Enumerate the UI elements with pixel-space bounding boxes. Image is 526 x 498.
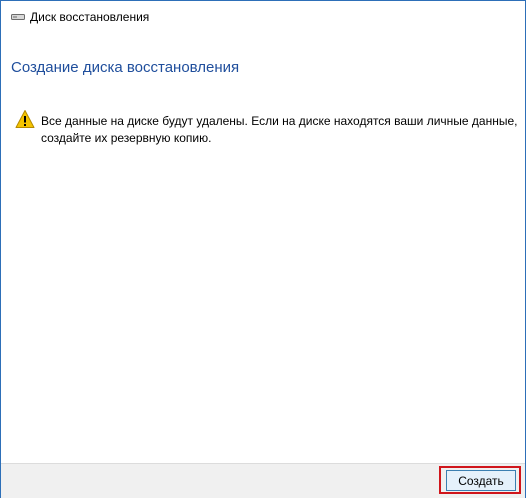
page-title: Создание диска восстановления <box>11 59 240 76</box>
create-button[interactable]: Создать <box>446 470 516 491</box>
warning-message: Все данные на диске будут удалены. Если … <box>41 114 518 145</box>
recovery-drive-window: Диск восстановления Создание диска восст… <box>0 0 526 498</box>
title-bar[interactable]: Диск восстановления <box>1 1 525 31</box>
warning-icon <box>15 110 35 128</box>
drive-icon <box>11 14 25 20</box>
window-title: Диск восстановления <box>30 10 150 24</box>
